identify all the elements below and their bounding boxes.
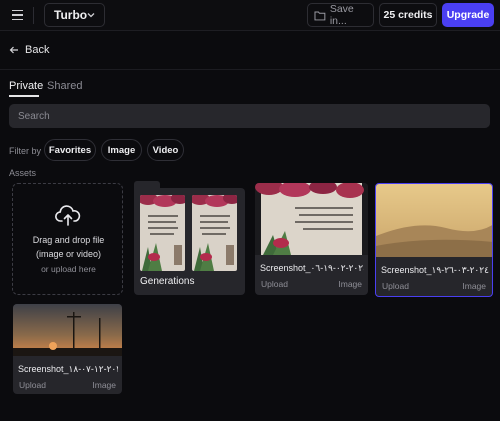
assets-label: Assets xyxy=(9,168,37,178)
save-in-button[interactable]: Save in... xyxy=(307,3,374,27)
folder-icon xyxy=(314,11,326,20)
folder-name: Generations xyxy=(140,276,195,287)
asset-thumbnail xyxy=(376,184,492,257)
asset-source: Upload xyxy=(19,380,46,390)
asset-card[interactable]: Screenshot_٢٠٢٤-٠٣-٢٦-١٩... Upload Image xyxy=(375,183,493,297)
folder-generations[interactable]: Generations xyxy=(134,181,245,295)
model-select-label: Turbo xyxy=(54,8,88,22)
upgrade-button[interactable]: Upgrade xyxy=(442,3,494,27)
asset-thumbnail xyxy=(13,304,122,356)
active-tab-indicator xyxy=(9,95,39,97)
divider xyxy=(33,7,34,24)
asset-name: Screenshot_٢٠٢٤-٠٢-١٩-٠٦... xyxy=(260,263,364,273)
tab-private[interactable]: Private xyxy=(9,80,43,92)
back-label: Back xyxy=(25,44,50,56)
asset-card[interactable]: Screenshot_٢٠٢٤-٠٢-١٩-٠٦... Upload Image xyxy=(255,183,368,295)
asset-type: Image xyxy=(462,281,486,291)
upload-link: or upload here xyxy=(41,264,96,274)
back-row: Back xyxy=(0,33,500,70)
asset-name: Screenshot_٢٠٢٣-١٢-٠٧-١٨-... xyxy=(18,364,118,374)
filter-chip-favorites[interactable]: Favorites xyxy=(44,139,96,161)
upload-file-types: (image or video) xyxy=(35,249,102,259)
folder-thumbnail xyxy=(140,195,185,271)
search-input[interactable] xyxy=(9,104,490,128)
filter-chip-video[interactable]: Video xyxy=(147,139,184,161)
back-button[interactable]: Back xyxy=(9,44,49,56)
asset-card[interactable]: Screenshot_٢٠٢٣-١٢-٠٧-١٨-... Upload Imag… xyxy=(13,304,122,394)
arrow-left-icon xyxy=(9,46,18,54)
save-in-label: Save in... xyxy=(329,3,354,27)
menu-icon[interactable] xyxy=(8,6,26,24)
cloud-upload-icon xyxy=(55,205,81,226)
chevron-down-icon xyxy=(87,13,95,18)
asset-type: Image xyxy=(92,380,116,390)
upload-dropzone[interactable]: Drag and drop file (image or video) or u… xyxy=(12,183,123,295)
asset-thumbnail xyxy=(255,183,368,255)
top-bar: Turbo Save in... 25 credits Upgrade xyxy=(0,0,500,31)
credits-button[interactable]: 25 credits xyxy=(379,3,437,27)
asset-type: Image xyxy=(338,279,362,289)
tab-shared[interactable]: Shared xyxy=(47,80,82,92)
folder-thumbnail xyxy=(192,195,237,271)
filter-chip-image[interactable]: Image xyxy=(101,139,142,161)
upload-instruction: Drag and drop file xyxy=(32,235,105,245)
asset-source: Upload xyxy=(382,281,409,291)
model-select[interactable]: Turbo xyxy=(44,3,105,27)
asset-source: Upload xyxy=(261,279,288,289)
filter-label: Filter by xyxy=(9,146,42,156)
asset-name: Screenshot_٢٠٢٤-٠٣-٢٦-١٩... xyxy=(381,265,489,275)
